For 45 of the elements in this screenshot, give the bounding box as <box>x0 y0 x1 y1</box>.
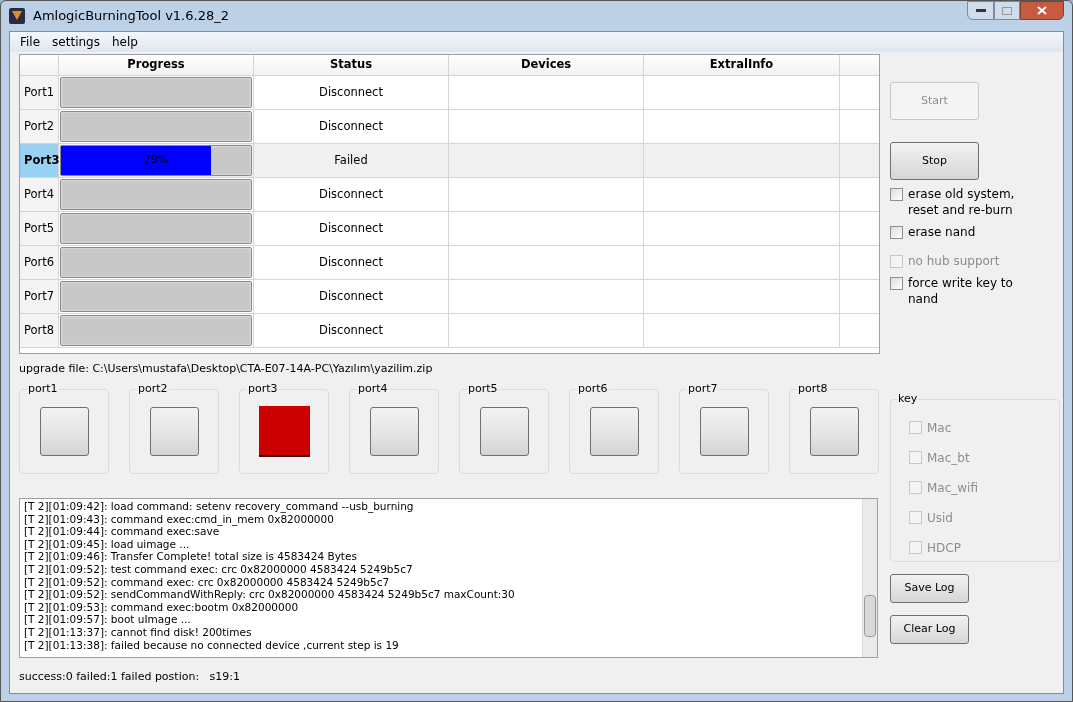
checkbox[interactable] <box>890 226 903 239</box>
row-header[interactable]: Port6 <box>20 246 59 279</box>
table-cell: Disconnect <box>254 110 449 143</box>
status-text: success:0 failed:1 failed postion: s19:1 <box>19 669 242 685</box>
upgrade-file-path: upgrade file: C:\Users\mustafa\Desktop\CTA-E07-14A-PC\Yazılım\yazilim.zip <box>19 361 434 377</box>
row-header[interactable]: Port4 <box>20 178 59 211</box>
table-cell: Disconnect <box>254 246 449 279</box>
menu-item[interactable]: settings <box>48 33 104 51</box>
minimize-button[interactable] <box>967 1 994 20</box>
menu-item[interactable]: help <box>107 33 142 51</box>
checkbox[interactable] <box>890 188 903 201</box>
checkbox-label[interactable]: force write key to nand <box>908 275 1043 307</box>
window-title: AmlogicBurningTool v1.6.28_2 <box>33 7 229 26</box>
row-header[interactable]: Port2 <box>20 110 59 143</box>
row-header[interactable]: Port3 <box>20 144 59 177</box>
minimize-icon <box>975 8 986 13</box>
table-cell: Disconnect <box>254 178 449 211</box>
checkbox[interactable] <box>890 277 903 290</box>
column-header[interactable]: ExtralInfo <box>644 55 840 75</box>
checkbox-label[interactable]: erase nand <box>908 224 1043 240</box>
scroll-thumb[interactable] <box>864 595 876 637</box>
row-header[interactable]: Port7 <box>20 280 59 313</box>
log-text: [T 2][01:09:42]: load command: setenv recovery_command --usb_burning [T 2][01:09:43]: command exec:cmd_in_mem 0x82000000 [T 2][01:09:44]: command exec:save [T 2][01:09:45]: load uimage ... [T 2][01:09:46]: Transfer Complete! total size is 4583424 Bytes [T 2][01:09:52]: test command exec: crc 0x82000000 4583424 5249b5c7 [T 2][01:09:52]: command exec: crc 0x82000000 4583424 5249b5c7 [T 2][01:09:52]: sendCommandWithReply: crc 0x82000000 4583424 5249b5c7 maxCount:30 [T 2][01:09:53]: command exec:bootm 0x82000000 [T 2][01:09:57]: boot uImage ... [T 2][01:13:37]: cannot find disk! 200times [T 2][01:13:38]: failed because no connected device ,current step is 19 <box>23 499 516 653</box>
maximize-icon <box>1002 6 1012 15</box>
column-header[interactable]: Progress <box>59 55 254 75</box>
log-button[interactable]: Save Log <box>890 574 969 603</box>
column-header[interactable]: Status <box>254 55 449 75</box>
column-header[interactable]: Devices <box>449 55 644 75</box>
close-button[interactable] <box>1020 1 1064 20</box>
row-header[interactable]: Port8 <box>20 314 59 347</box>
row-header[interactable]: Port1 <box>20 76 59 109</box>
table-cell: Disconnect <box>254 280 449 313</box>
progress-bar: 79% <box>60 145 252 176</box>
table-cell: Failed <box>254 144 449 177</box>
table-cell: Disconnect <box>254 314 449 347</box>
action-button[interactable]: Stop <box>890 142 979 180</box>
close-icon <box>1037 6 1047 15</box>
row-header[interactable]: Port5 <box>20 212 59 245</box>
checkbox-label[interactable]: erase old system, reset and re-burn <box>908 186 1043 218</box>
log-button[interactable]: Clear Log <box>890 615 969 644</box>
table-cell: Disconnect <box>254 212 449 245</box>
app-icon <box>9 8 25 24</box>
table-cell: Disconnect <box>254 76 449 109</box>
scrollbar[interactable] <box>862 499 877 657</box>
menu-item[interactable]: File <box>16 33 45 51</box>
